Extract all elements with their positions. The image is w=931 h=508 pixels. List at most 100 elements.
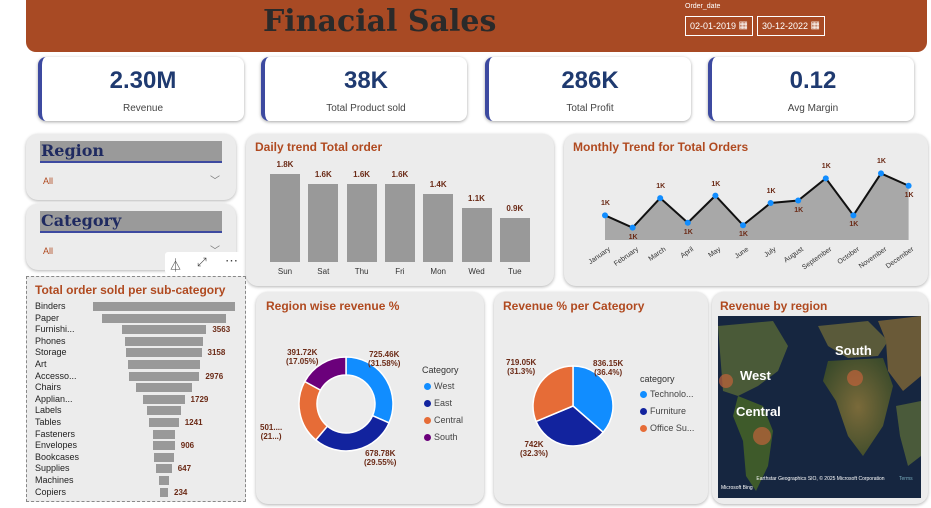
page-title: Finacial Sales	[263, 4, 497, 39]
daily-bar-chart: 1.8K Sun 1.6K Sat 1.6K Thu 1.6K Fri 1.4K Mon 1.1K W…	[246, 134, 554, 286]
daily-trend-panel: Daily trend Total order 1.8K Sun 1.6K Sat 1.…	[246, 134, 554, 286]
subcat-label: Supplies	[35, 463, 70, 474]
subcat-bar	[158, 476, 170, 485]
kpi-card-margin: 0.12 Avg Margin	[708, 57, 914, 121]
monthly-axis-label: February	[612, 246, 640, 268]
monthly-axis-label: December	[885, 246, 916, 271]
monthly-data-label: 1K	[656, 183, 666, 191]
south-bubble[interactable]	[847, 370, 863, 386]
monthly-data-label: 1K	[877, 158, 886, 166]
legend-item: Office Su...	[640, 423, 694, 433]
subcat-label: Furnishi...	[35, 324, 75, 335]
map-label-central: Central	[736, 404, 781, 419]
kpi-value: 286K	[561, 67, 619, 94]
subcat-panel[interactable]: Total order sold per sub-category Binder…	[26, 276, 246, 502]
monthly-axis-label: January	[587, 246, 613, 267]
data-label: 836.15K (36.4%)	[593, 359, 624, 377]
data-label: 742K (32.3%)	[520, 440, 549, 458]
data-label: 678.78K (29.55%)	[364, 449, 397, 467]
daily-data-label: 1.8K	[276, 160, 294, 169]
subcat-label: Chairs	[35, 382, 62, 393]
legend-label: West	[434, 381, 455, 391]
west-bubble[interactable]	[719, 374, 733, 388]
subcat-label: Storage	[35, 347, 67, 358]
legend-item: Technolo...	[640, 389, 694, 399]
subcat-label: Copiers	[35, 486, 67, 497]
legend-label: Furniture	[650, 406, 687, 416]
calendar-icon[interactable]: ▦	[739, 20, 748, 31]
monthly-labels: 1K January 1K February 1K March 1K April 1K May 1K…	[564, 134, 928, 286]
subcat-bar	[143, 394, 185, 404]
legend-label: Technolo...	[650, 389, 694, 399]
kpi-value: 38K	[343, 67, 389, 94]
map-panel: Revenue by region West South Central Ear…	[712, 292, 928, 504]
daily-data-label: 1.6K	[353, 169, 371, 179]
legend-dot	[640, 425, 647, 433]
category-legend: Technolo... 836.15K (36.4%) Furniture 742K …	[494, 292, 708, 504]
monthly-data-label: 1K	[711, 180, 721, 188]
daily-axis-label: Fri	[395, 267, 405, 276]
central-bubble[interactable]	[753, 427, 771, 445]
subcat-bar	[121, 325, 207, 335]
date-to-input[interactable]: 30-12-2022 ▦	[757, 16, 825, 36]
subcat-value: 906	[180, 441, 195, 451]
daily-bar	[423, 193, 454, 262]
calendar-icon[interactable]: ▦	[811, 20, 820, 31]
subcat-bar	[126, 348, 202, 358]
legend-item: South	[424, 432, 458, 442]
subcat-bar	[156, 464, 172, 474]
monthly-axis-label: March	[647, 246, 668, 263]
chart-title: Revenue by region	[720, 299, 828, 313]
daily-bar	[461, 208, 492, 262]
monthly-trend-panel: Monthly Trend for Total Orders 1K January…	[564, 134, 928, 286]
subcat-value: 3563	[212, 325, 231, 335]
date-from-value: 02-01-2019	[690, 21, 737, 31]
daily-bar	[270, 174, 300, 262]
subcat-label: Tables	[35, 417, 62, 427]
subcat-bar	[135, 383, 192, 393]
date-from-input[interactable]: 02-01-2019 ▦	[685, 16, 753, 36]
subcat-value: 3158	[207, 348, 226, 358]
daily-bar	[499, 218, 530, 262]
subcat-bar	[153, 429, 175, 439]
daily-bar	[384, 183, 415, 262]
subcat-label: Paper	[35, 312, 60, 323]
kpi-label: Avg Margin	[787, 103, 839, 114]
monthly-data-label: 1K	[904, 191, 914, 199]
monthly-axis-label: June	[733, 246, 751, 261]
subcat-bar	[149, 418, 179, 427]
monthly-axis-label: May	[707, 246, 723, 260]
date-to-value: 30-12-2022	[762, 21, 809, 31]
legend-label: East	[434, 398, 453, 408]
daily-bar	[346, 183, 377, 262]
monthly-axis-label: August	[783, 246, 806, 265]
legend-dot	[424, 383, 431, 391]
subcat-label: Labels	[35, 405, 62, 416]
subcat-label: Binders	[35, 301, 66, 311]
kpi-card-profit: 286K Total Profit	[485, 57, 691, 121]
legend-label: South	[434, 432, 458, 442]
daily-axis-label: Sat	[317, 267, 330, 276]
monthly-data-label: 1K	[683, 228, 693, 236]
satellite-map[interactable]: West South Central Earthstar Geographics…	[718, 316, 921, 498]
monthly-axis-label: July	[763, 246, 778, 259]
monthly-data-label: 1K	[601, 200, 610, 208]
kpi-label: Total Profit	[566, 103, 614, 114]
subcat-label: Accesso...	[35, 370, 77, 381]
daily-axis-label: Sun	[277, 267, 293, 276]
map-terms-link[interactable]: Terms	[899, 476, 913, 482]
region-revenue-panel: Region wise revenue % Category West 725.4…	[256, 292, 484, 504]
subcat-bar	[153, 452, 175, 462]
daily-data-label: 1.4K	[429, 179, 447, 189]
map-attribution: Earthstar Geographics SIO, © 2025 Micros…	[756, 476, 885, 482]
legend-dot	[424, 434, 431, 442]
date-filter-label: Order_date	[685, 3, 721, 10]
monthly-data-label: 1K	[766, 188, 776, 195]
legend-item: Central	[424, 415, 463, 425]
subcat-bar	[128, 360, 200, 369]
data-label: 719.05K (31.3%)	[506, 358, 537, 376]
legend-dot	[424, 400, 431, 408]
daily-axis-label: Thu	[354, 267, 369, 276]
subcat-bar	[128, 371, 200, 381]
region-legend: West 725.46K (31.58%) East 678.78K (29.55%)…	[256, 292, 484, 504]
